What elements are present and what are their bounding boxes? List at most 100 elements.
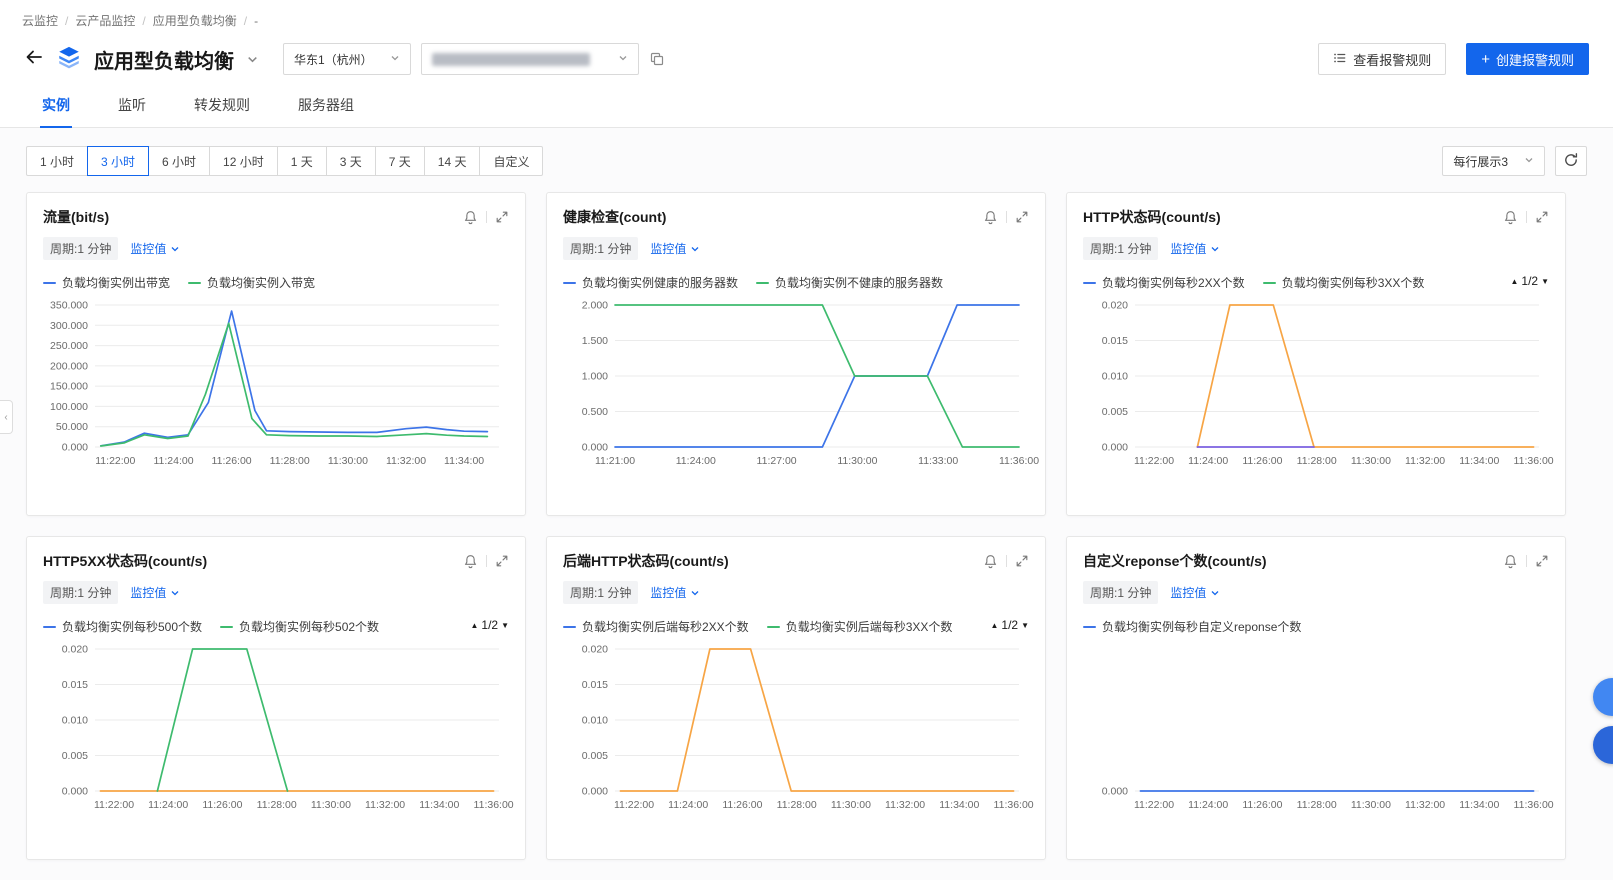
time-range-button[interactable]: 1 小时 xyxy=(26,146,89,176)
svg-text:0.005: 0.005 xyxy=(1102,406,1128,418)
svg-text:11:34:00: 11:34:00 xyxy=(1459,455,1499,467)
fullscreen-icon[interactable] xyxy=(1535,554,1549,568)
legend-item[interactable]: 负载均衡实例不健康的服务器数 xyxy=(756,274,943,291)
alarm-bell-icon[interactable] xyxy=(1503,210,1518,225)
metric-value-dropdown[interactable]: 监控值 xyxy=(650,240,700,257)
legend-item[interactable]: 负载均衡实例出带宽 xyxy=(43,274,170,291)
svg-text:350.000: 350.000 xyxy=(50,300,88,312)
svg-text:11:22:00: 11:22:00 xyxy=(94,799,134,811)
legend-item[interactable]: 负载均衡实例每秒自定义reponse个数 xyxy=(1083,618,1301,635)
fullscreen-icon[interactable] xyxy=(1015,554,1029,568)
chart-canvas: 0.000 50.000 100.000 150.000 200.000 250.000 3… xyxy=(50,300,499,467)
svg-text:11:26:00: 11:26:00 xyxy=(1242,799,1282,811)
fullscreen-icon[interactable] xyxy=(495,210,509,224)
legend-item[interactable]: 负载均衡实例入带宽 xyxy=(188,274,315,291)
time-range-button[interactable]: 自定义 xyxy=(479,146,544,176)
svg-text:11:36:00: 11:36:00 xyxy=(999,455,1039,467)
alarm-bell-icon[interactable] xyxy=(983,210,998,225)
breadcrumb-item[interactable]: 云产品监控 xyxy=(75,12,135,29)
svg-text:200.000: 200.000 xyxy=(50,360,88,372)
svg-text:11:28:00: 11:28:00 xyxy=(270,455,310,467)
pager-down-icon[interactable]: ▼ xyxy=(1021,621,1029,630)
create-alarm-rule-label: 创建报警规则 xyxy=(1495,52,1574,68)
divider xyxy=(486,555,487,567)
metric-value-dropdown[interactable]: 监控值 xyxy=(1170,240,1220,257)
fullscreen-icon[interactable] xyxy=(495,554,509,568)
tab-item[interactable]: 服务器组 xyxy=(296,87,356,127)
fullscreen-icon[interactable] xyxy=(1535,210,1549,224)
divider xyxy=(1526,555,1527,567)
metric-value-dropdown[interactable]: 监控值 xyxy=(650,584,700,601)
pager-up-icon[interactable]: ▲ xyxy=(470,621,478,630)
svg-text:11:24:00: 11:24:00 xyxy=(1188,455,1228,467)
svg-text:11:28:00: 11:28:00 xyxy=(1297,455,1337,467)
legend-item[interactable]: 负载均衡实例健康的服务器数 xyxy=(563,274,738,291)
breadcrumb-item[interactable]: 应用型负载均衡 xyxy=(153,12,237,29)
svg-text:0.000: 0.000 xyxy=(582,786,608,798)
copy-icon[interactable] xyxy=(649,51,665,67)
time-range-row: 1 小时 3 小时 6 小时 12 小时 1 天3 天7 天 14 天自定义 每行展示3 xyxy=(0,128,1613,176)
back-button[interactable] xyxy=(24,47,44,72)
svg-text:11:28:00: 11:28:00 xyxy=(777,799,817,811)
instance-select[interactable] xyxy=(421,43,639,75)
pager-up-icon[interactable]: ▲ xyxy=(1510,277,1518,286)
legend-item[interactable]: 负载均衡实例后端每秒3XX个数 xyxy=(766,618,952,635)
pager-up-icon[interactable]: ▲ xyxy=(990,621,998,630)
time-range-button[interactable]: 3 天 xyxy=(325,146,376,176)
legend-item[interactable]: 负载均衡实例每秒2XX个数 xyxy=(1083,274,1245,291)
refresh-button[interactable] xyxy=(1555,146,1587,176)
view-alarm-rules-button[interactable]: 查看报警规则 xyxy=(1318,43,1447,75)
breadcrumb-separator: / xyxy=(65,13,69,28)
tab-item[interactable]: 实例 xyxy=(40,87,72,128)
breadcrumb-item[interactable]: 云监控 xyxy=(22,12,58,29)
tab-item[interactable]: 监听 xyxy=(116,87,148,127)
panel-collapse-handle[interactable]: ‹ xyxy=(0,400,13,434)
time-range-button[interactable]: 1 天 xyxy=(276,146,327,176)
chevron-down-icon xyxy=(1211,590,1219,595)
metric-value-label: 监控值 xyxy=(130,242,167,256)
region-select[interactable]: 华东1（杭州） xyxy=(283,43,411,75)
legend-chip xyxy=(188,281,202,284)
svg-text:0.020: 0.020 xyxy=(1102,300,1128,312)
fullscreen-icon[interactable] xyxy=(1015,210,1029,224)
chart-canvas: 0.000 0.005 0.010 0.015 0.020 11:22:00 11:24:0… xyxy=(1102,300,1554,468)
metric-value-dropdown[interactable]: 监控值 xyxy=(130,240,180,257)
time-range-button[interactable]: 12 小时 xyxy=(209,146,278,176)
svg-text:0.005: 0.005 xyxy=(62,750,88,762)
metric-value-label: 监控值 xyxy=(650,586,687,600)
legend-item[interactable]: 负载均衡实例每秒500个数 xyxy=(43,618,202,635)
divider xyxy=(1526,211,1527,223)
title-chevron-down-icon[interactable] xyxy=(246,53,259,66)
tab-item[interactable]: 转发规则 xyxy=(192,87,252,127)
time-range-button[interactable]: 14 天 xyxy=(423,146,481,176)
legend-list: 负载均衡实例健康的服务器数 负载均衡实例不健康的服务器数 xyxy=(563,274,943,291)
page-header: 应用型负载均衡 华东1（杭州） 查看报警规则 + 创建报警规则 xyxy=(0,35,1613,87)
legend-pager: ▲ 1/2 ▼ xyxy=(1510,274,1549,288)
chart-card-title: HTTP5XX状态码(count/s) xyxy=(43,553,208,569)
legend-chip xyxy=(43,281,56,284)
time-range-button[interactable]: 7 天 xyxy=(374,146,425,176)
legend-list: 负载均衡实例后端每秒2XX个数 负载均衡实例后端每秒3XX个数 xyxy=(563,618,952,635)
legend-item[interactable]: 负载均衡实例后端每秒2XX个数 xyxy=(563,618,749,635)
alarm-bell-icon[interactable] xyxy=(1503,554,1518,569)
alarm-bell-icon[interactable] xyxy=(463,210,478,225)
pager-down-icon[interactable]: ▼ xyxy=(501,621,509,630)
chevron-down-icon xyxy=(171,590,179,595)
metric-value-dropdown[interactable]: 监控值 xyxy=(130,584,180,601)
time-range-button[interactable]: 3 小时 xyxy=(87,146,150,176)
alarm-bell-icon[interactable] xyxy=(463,554,478,569)
legend-item[interactable]: 负载均衡实例每秒3XX个数 xyxy=(1262,274,1424,291)
metric-value-dropdown[interactable]: 监控值 xyxy=(1170,584,1220,601)
alarm-bell-icon[interactable] xyxy=(983,554,998,569)
legend-item[interactable]: 负载均衡实例每秒502个数 xyxy=(220,618,379,635)
metric-value-label: 监控值 xyxy=(130,586,167,600)
pager-down-icon[interactable]: ▼ xyxy=(1541,277,1549,286)
breadcrumb: 云监控 / 云产品监控 / 应用型负载均衡 / - xyxy=(0,0,1613,35)
per-row-select[interactable]: 每行展示3 xyxy=(1442,146,1545,176)
create-alarm-rule-button[interactable]: + 创建报警规则 xyxy=(1466,43,1589,75)
legend-list: 负载均衡实例每秒自定义reponse个数 xyxy=(1083,618,1301,635)
svg-text:11:30:00: 11:30:00 xyxy=(1351,455,1391,467)
svg-text:11:24:00: 11:24:00 xyxy=(676,455,716,467)
chevron-down-icon xyxy=(618,52,628,66)
time-range-button[interactable]: 6 小时 xyxy=(148,146,211,176)
